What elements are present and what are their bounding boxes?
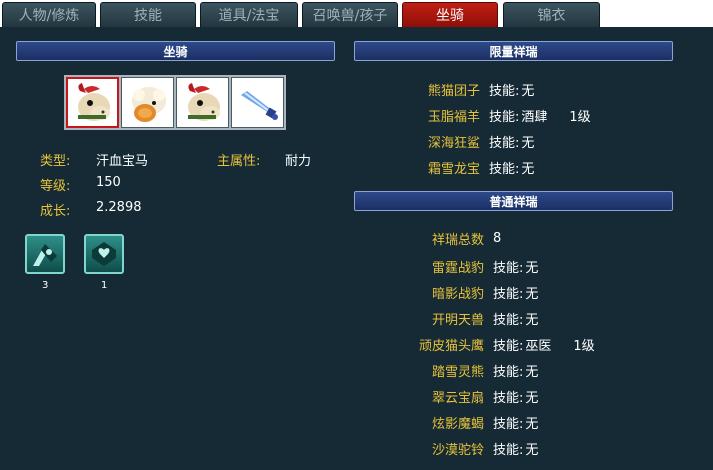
normal-item-skill-value: 巫医 <box>525 338 552 354</box>
normal-item-name: 雷霆战豹 <box>431 260 484 276</box>
normal-item-skill-value: 无 <box>525 286 539 302</box>
limited-item-skill-label: 技能: <box>489 109 520 125</box>
normal-item-skill-label: 技能: <box>493 338 524 354</box>
horse-mount-icon <box>187 82 220 121</box>
limited-header: 限量祥瑞 <box>354 41 673 61</box>
normal-item-skill-value: 无 <box>525 442 539 458</box>
sheep-mount-icon <box>131 86 166 122</box>
normal-item-name: 顽皮猫头鹰 <box>418 338 484 354</box>
limited-item-skill-label: 技能: <box>489 135 520 151</box>
heart-shield-skill-icon <box>92 242 116 266</box>
horse-mount-icon <box>77 82 110 121</box>
normal-item-skill-label: 技能: <box>493 312 524 328</box>
normal-item-name: 沙漠驼铃 <box>431 442 484 458</box>
normal-item: 翠云宝扇 技能: 无 <box>400 386 560 406</box>
normal-item-name: 踏雪灵熊 <box>431 364 484 380</box>
tab-skills[interactable]: 技能 <box>100 2 196 27</box>
mount-skill-2[interactable] <box>84 234 124 274</box>
growth-label: 成长: <box>40 204 71 219</box>
normal-item-name: 暗影战豹 <box>431 286 484 302</box>
normal-item-skill-label: 技能: <box>493 390 524 406</box>
limited-item-skill-value: 酒肆 <box>521 109 548 125</box>
mount-slot-3[interactable] <box>176 77 229 128</box>
type-label: 类型: <box>40 154 71 169</box>
normal-header: 普通祥瑞 <box>354 191 673 211</box>
tab-mount[interactable]: 坐骑 <box>402 2 498 27</box>
normal-total-value: 8 <box>493 230 502 246</box>
limited-item: 深海狂鲨 技能: 无 <box>395 131 556 151</box>
normal-item: 开明天兽 技能: 无 <box>400 308 560 328</box>
growth-value: 2.2898 <box>96 200 142 215</box>
main-attr-label: 主属性: <box>217 154 261 169</box>
normal-item: 踏雪灵熊 技能: 无 <box>400 360 560 380</box>
normal-item-skill-label: 技能: <box>493 364 524 380</box>
normal-item-skill-value: 无 <box>525 260 539 276</box>
normal-item-skill-value: 无 <box>525 416 539 432</box>
limited-item-level: 1级 <box>569 109 591 125</box>
normal-item-skill-label: 技能: <box>493 442 524 458</box>
type-value: 汗血宝马 <box>96 154 149 169</box>
normal-item-skill-value: 无 <box>525 390 539 406</box>
mount-header: 坐骑 <box>16 41 335 61</box>
normal-item-name: 开明天兽 <box>431 312 484 328</box>
normal-item-name: 翠云宝扇 <box>431 390 484 406</box>
tab-character[interactable]: 人物/修炼 <box>2 2 96 27</box>
mount-slot-row <box>64 75 286 130</box>
limited-item: 熊猫团子 技能: 无 <box>395 79 556 99</box>
normal-item-skill-value: 无 <box>525 364 539 380</box>
mount-skill-1[interactable] <box>25 234 65 274</box>
level-value: 150 <box>96 175 121 190</box>
limited-item-skill-value: 无 <box>521 161 535 177</box>
normal-item-name: 炫影魔蝎 <box>431 416 484 432</box>
normal-item-skill-label: 技能: <box>493 286 524 302</box>
tab-outfit[interactable]: 锦衣 <box>503 2 600 27</box>
normal-item-skill-label: 技能: <box>493 260 524 276</box>
tab-summon[interactable]: 召唤兽/孩子 <box>302 2 398 27</box>
mount-slot-1[interactable] <box>66 77 119 128</box>
mount-slot-2[interactable] <box>121 77 174 128</box>
normal-item-skill-value: 无 <box>525 312 539 328</box>
tab-bar: 人物/修炼 技能 道具/法宝 召唤兽/孩子 坐骑 锦衣 <box>0 0 713 27</box>
normal-item: 暗影战豹 技能: 无 <box>400 282 560 302</box>
limited-item-name: 霜雪龙宝 <box>427 161 480 177</box>
normal-item-skill-label: 技能: <box>493 416 524 432</box>
normal-item: 沙漠驼铃 技能: 无 <box>400 438 560 458</box>
limited-item-skill-value: 无 <box>521 135 535 151</box>
normal-item: 炫影魔蝎 技能: 无 <box>400 412 560 432</box>
mount-slot-4[interactable] <box>231 77 284 128</box>
limited-item-name: 玉脂福羊 <box>427 109 480 125</box>
hoof-skill-icon <box>33 244 57 266</box>
normal-total: 祥瑞总数 8 <box>400 228 501 248</box>
limited-item: 霜雪龙宝 技能: 无 <box>395 157 556 177</box>
normal-total-label: 祥瑞总数 <box>431 232 484 248</box>
limited-item-skill-label: 技能: <box>489 83 520 99</box>
limited-item-skill-label: 技能: <box>489 161 520 177</box>
normal-item: 雷霆战豹 技能: 无 <box>400 256 560 276</box>
level-label: 等级: <box>40 179 71 194</box>
limited-item: 玉脂福羊 技能: 酒肆 1级 <box>395 105 591 125</box>
mount-skill-1-count: 3 <box>42 280 49 291</box>
limited-item-name: 深海狂鲨 <box>427 135 480 151</box>
normal-item-level: 1级 <box>573 338 595 354</box>
limited-item-name: 熊猫团子 <box>427 83 480 99</box>
sword-mount-icon <box>240 90 278 120</box>
mount-skill-2-count: 1 <box>101 280 108 291</box>
normal-item: 顽皮猫头鹰 技能: 巫医 1级 <box>400 334 595 354</box>
tab-items[interactable]: 道具/法宝 <box>200 2 298 27</box>
main-attr-value: 耐力 <box>285 154 312 169</box>
limited-item-skill-value: 无 <box>521 83 535 99</box>
